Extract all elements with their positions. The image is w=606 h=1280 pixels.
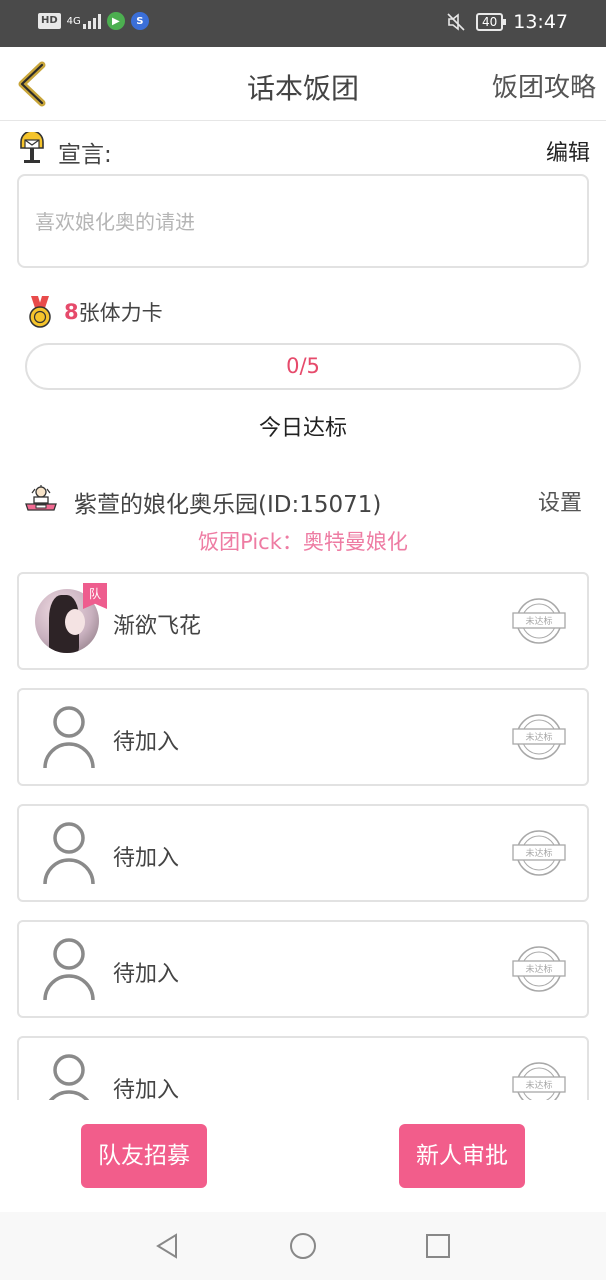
daily-progress-bar: 0/5 (25, 343, 581, 390)
member-name: 渐欲飞花 (113, 614, 202, 639)
status-stamp-icon: 未达标 (512, 830, 566, 876)
status-stamp-icon: 未达标 (512, 1062, 566, 1100)
member-name: 待加入 (113, 1078, 180, 1100)
approve-button[interactable]: 新人审批 (399, 1124, 525, 1188)
medal-icon (29, 296, 51, 328)
group-name: 紫萱的娘化奥乐园(ID:15071) (74, 492, 382, 518)
app-header: 话本饭团 饭团攻略 (0, 47, 606, 121)
member-card[interactable]: 待加入 未达标 (17, 804, 589, 902)
group-car-icon (25, 485, 57, 511)
member-name: 待加入 (113, 730, 180, 755)
recents-square-icon[interactable] (424, 1232, 452, 1260)
declaration-header: 宣言: 编辑 (18, 132, 590, 168)
app-icon: ▶ (106, 12, 125, 30)
signal-icon (82, 13, 101, 29)
recruit-button[interactable]: 队友招募 (81, 1124, 207, 1188)
network-type: 4G (66, 15, 81, 27)
member-list[interactable]: 队 渐欲飞花 未达标 待加入 未达标 待加入 未达标 待加入 未达标 待加入 未… (17, 572, 589, 1100)
user-placeholder-icon (43, 938, 95, 1001)
member-name: 待加入 (113, 846, 180, 871)
hd-icon: HD (38, 13, 61, 29)
status-stamp-text: 未达标 (525, 963, 552, 975)
status-stamp-icon: 未达标 (512, 598, 566, 644)
clock: 13:47 (513, 11, 568, 33)
edit-button[interactable]: 编辑 (546, 135, 590, 167)
declaration-text[interactable]: 喜欢娘化奥的请进 (17, 174, 589, 268)
mute-icon (447, 13, 465, 31)
system-nav-bar (0, 1212, 606, 1280)
battery-icon: 40 (475, 13, 507, 31)
status-stamp-icon: 未达标 (512, 946, 566, 992)
status-bar-right: 40 13:47 (446, 11, 568, 33)
stamina-count: 8 (64, 300, 79, 324)
group-header: 紫萱的娘化奥乐园(ID:15071) 设置 (24, 482, 582, 518)
status-stamp-text: 未达标 (525, 1079, 552, 1091)
user-placeholder-icon (43, 822, 95, 885)
mailbox-icon (20, 132, 44, 163)
user-placeholder-icon (43, 706, 95, 769)
status-bar-left: HD 4G ▶ S (38, 12, 149, 30)
stamina-label: 张体力卡 (78, 301, 163, 325)
settings-button[interactable]: 设置 (538, 485, 582, 517)
group-pick: 饭团Pick：奥特曼娘化 (198, 530, 408, 554)
status-stamp-text: 未达标 (525, 615, 552, 627)
home-circle-icon[interactable] (289, 1232, 317, 1260)
notification-icon: S (130, 12, 149, 30)
today-target-label: 今日达标 (258, 416, 347, 441)
status-stamp-text: 未达标 (525, 731, 552, 743)
guide-link[interactable]: 饭团攻略 (492, 67, 596, 104)
member-card[interactable]: 待加入 未达标 (17, 920, 589, 1018)
member-card[interactable]: 队 渐欲飞花 未达标 (17, 572, 589, 670)
status-stamp-icon: 未达标 (512, 714, 566, 760)
status-bar: HD 4G ▶ S 40 13:47 (0, 0, 606, 47)
member-card[interactable]: 待加入 未达标 (17, 688, 589, 786)
progress-text: 0/5 (286, 354, 320, 378)
user-placeholder-icon (48, 1054, 90, 1100)
action-bar: 队友招募 新人审批 (0, 1100, 606, 1212)
member-card[interactable]: 待加入 未达标 (17, 1036, 589, 1100)
avatar-face (65, 609, 85, 635)
status-stamp-text: 未达标 (525, 847, 552, 859)
stamina-row: 8 张体力卡 (28, 295, 163, 329)
declaration-label: 宣言: (58, 142, 112, 168)
member-name: 待加入 (113, 962, 180, 987)
back-triangle-icon[interactable] (154, 1232, 182, 1260)
